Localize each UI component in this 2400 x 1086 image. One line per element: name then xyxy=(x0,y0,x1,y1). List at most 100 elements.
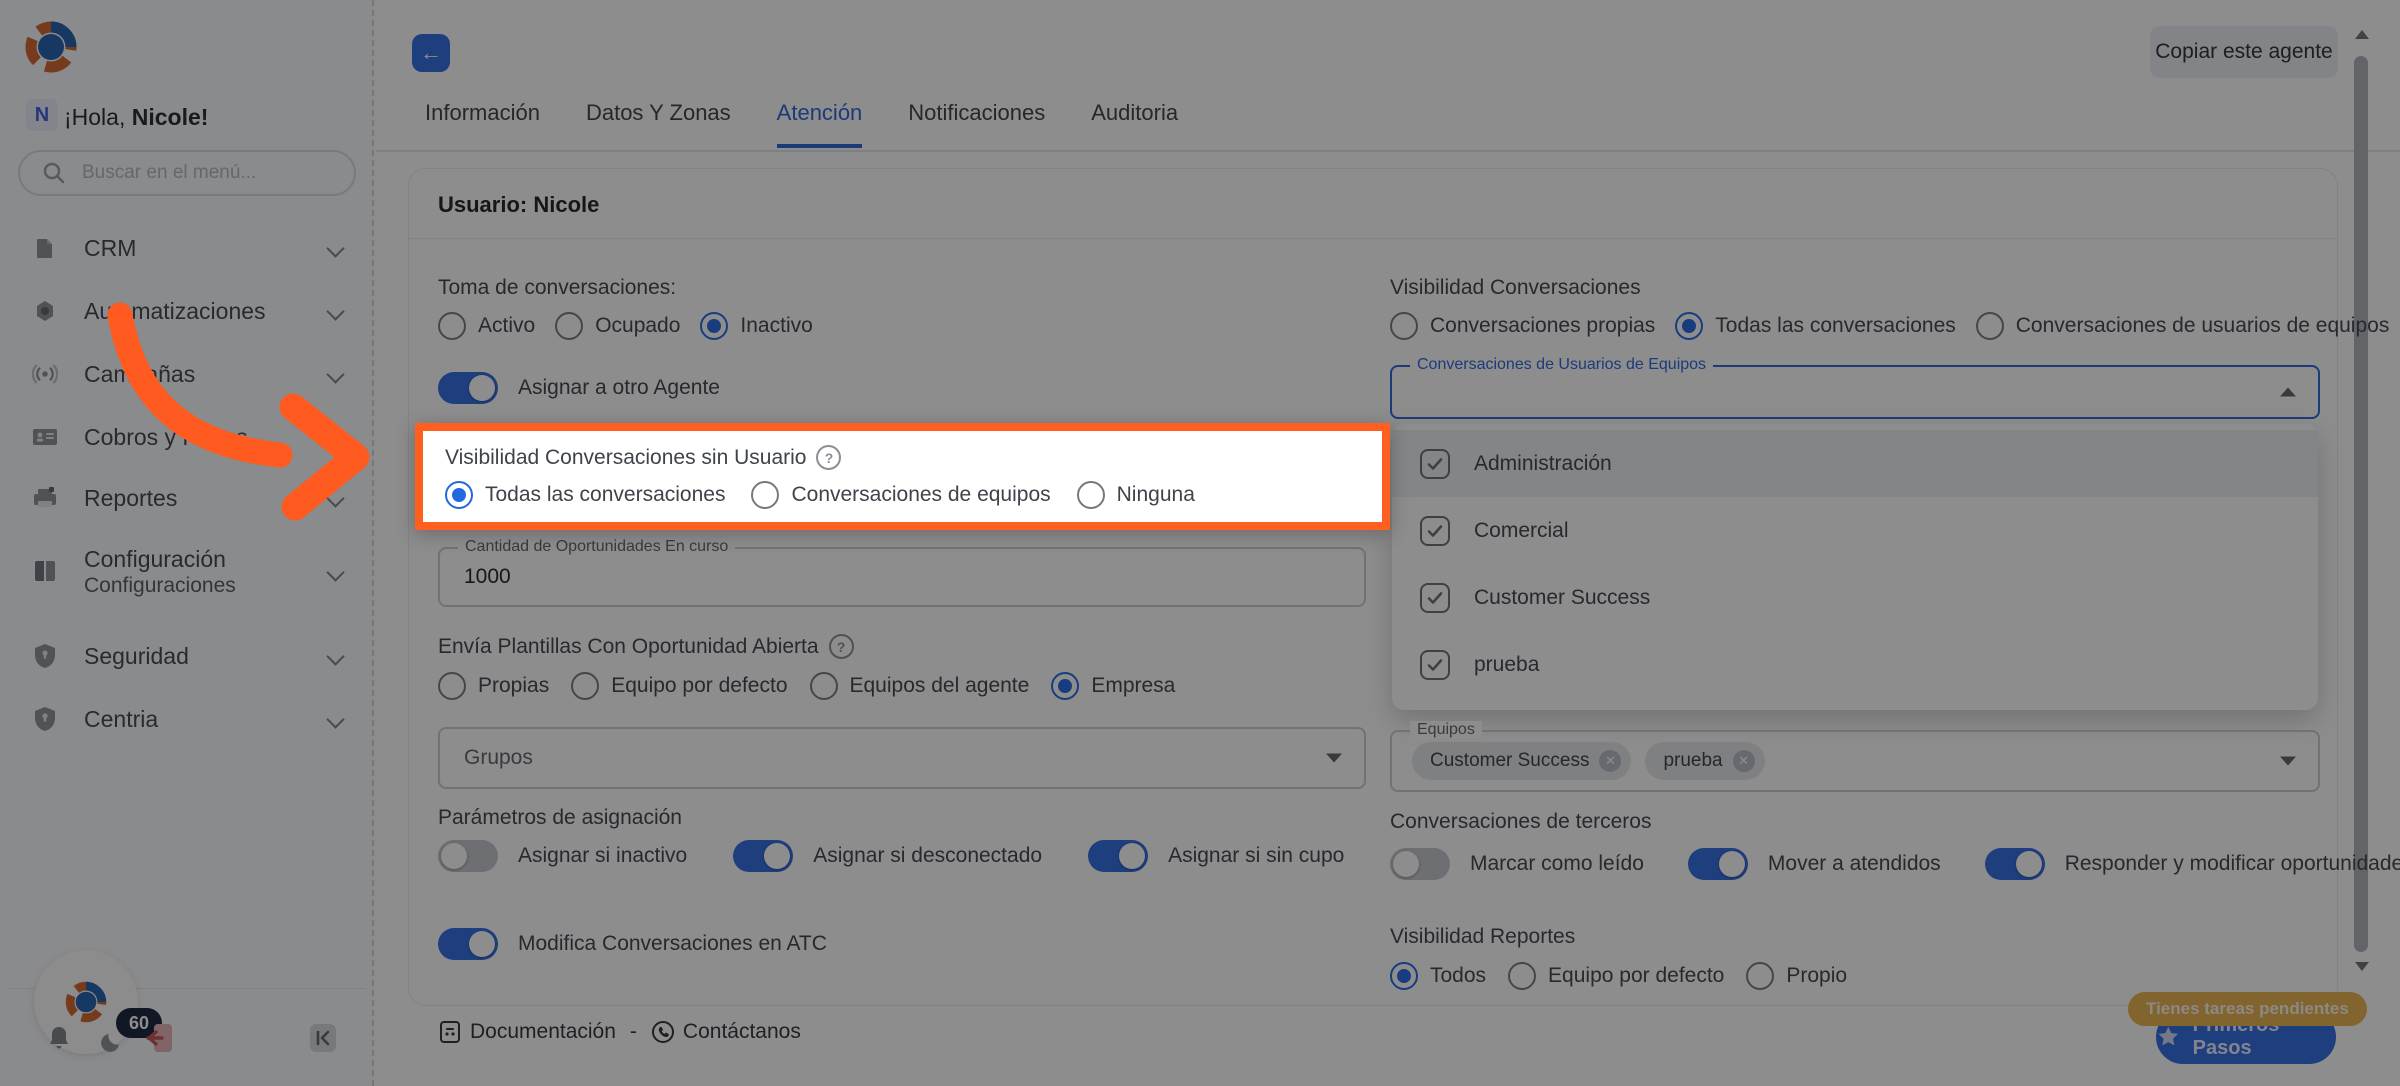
checkbox-checked-icon[interactable] xyxy=(1420,583,1450,613)
parametros-asignacion-label: Parámetros de asignación xyxy=(438,806,682,830)
search-input[interactable] xyxy=(80,161,324,185)
tab-auditoria[interactable]: Auditoria xyxy=(1091,100,1178,148)
back-arrow-icon: ← xyxy=(420,40,442,66)
radio-activo[interactable]: Activo xyxy=(438,312,535,340)
tab-bar: Información Datos Y Zonas Atención Notif… xyxy=(425,100,1178,148)
responder-modificar-toggle[interactable] xyxy=(1985,848,2045,880)
chip-prueba[interactable]: prueba ✕ xyxy=(1645,742,1764,780)
documentation-link[interactable]: Documentación xyxy=(438,1020,616,1044)
radio-ninguna[interactable]: Ninguna xyxy=(1077,481,1195,509)
radio-propias[interactable]: Propias xyxy=(438,672,549,700)
sidebar-search[interactable] xyxy=(18,150,356,196)
help-icon[interactable]: ? xyxy=(816,445,841,470)
bell-icon[interactable] xyxy=(44,1022,74,1054)
sidebar-item-crm[interactable]: CRM xyxy=(18,224,356,272)
sidebar-subitem-configuraciones[interactable]: Configuraciones xyxy=(84,573,236,598)
scrollbar-down-arrow[interactable] xyxy=(2355,962,2369,971)
asignar-otro-agente-toggle[interactable] xyxy=(438,372,498,404)
help-icon[interactable]: ? xyxy=(829,634,854,659)
equipos-dropdown-panel: Administración Comercial Customer Succes… xyxy=(1392,424,2318,710)
dropdown-item-customer-success[interactable]: Customer Success xyxy=(1392,564,2318,631)
radio-inactivo[interactable]: Inactivo xyxy=(700,312,812,340)
chevron-down-icon xyxy=(326,302,344,320)
radio-propio[interactable]: Propio xyxy=(1746,962,1847,990)
tab-informacion[interactable]: Información xyxy=(425,100,540,148)
tab-datos-y-zonas[interactable]: Datos Y Zonas xyxy=(586,100,731,148)
dropdown-item-prueba[interactable]: prueba xyxy=(1392,631,2318,698)
radio-reportes-equipo-por-defecto[interactable]: Equipo por defecto xyxy=(1508,962,1724,990)
radio-equipos-del-agente[interactable]: Equipos del agente xyxy=(810,672,1030,700)
radio-icon xyxy=(751,481,779,509)
asignar-si-sin-cupo-toggle[interactable] xyxy=(1088,840,1148,872)
card-title: Usuario: Nicole xyxy=(438,192,599,218)
chip-remove-icon[interactable]: ✕ xyxy=(1733,750,1755,772)
radio-todas-las-conversaciones[interactable]: Todas las conversaciones xyxy=(1675,312,1955,340)
marcar-como-leido-toggle[interactable] xyxy=(1390,848,1450,880)
mover-a-atendidos-toggle[interactable] xyxy=(1688,848,1748,880)
sidebar-item-configuracion[interactable]: Configuración Configuraciones xyxy=(18,540,356,604)
toma-conversaciones-radiogroup: Activo Ocupado Inactivo xyxy=(438,312,813,340)
checkbox-checked-icon[interactable] xyxy=(1420,449,1450,479)
radio-empresa[interactable]: Empresa xyxy=(1051,672,1175,700)
tab-atencion[interactable]: Atención xyxy=(777,100,863,148)
scrollbar-thumb[interactable] xyxy=(2354,56,2368,952)
dark-mode-moon-icon[interactable] xyxy=(96,1026,126,1058)
cantidad-oportunidades-field[interactable]: Cantidad de Oportunidades En curso 1000 xyxy=(438,547,1366,607)
envia-plantillas-radiogroup: Propias Equipo por defecto Equipos del a… xyxy=(438,672,1175,700)
chip-remove-icon[interactable]: ✕ xyxy=(1599,750,1621,772)
radio-equipo-por-defecto[interactable]: Equipo por defecto xyxy=(571,672,787,700)
asignar-si-desconectado-toggle[interactable] xyxy=(733,840,793,872)
sidebar-item-automatizaciones[interactable]: Automatizaciones xyxy=(18,287,356,335)
shield-lock-icon xyxy=(32,643,58,669)
copy-agent-button[interactable]: Copiar este agente xyxy=(2150,26,2338,78)
chevron-down-icon xyxy=(326,239,344,257)
radio-selected-icon xyxy=(700,312,728,340)
radio-todas-las-conversaciones-sin-usuario[interactable]: Todas las conversaciones xyxy=(445,481,725,509)
sidebar-item-label: Reportes xyxy=(84,485,177,512)
sidebar-item-reportes[interactable]: Reportes xyxy=(18,474,356,522)
radio-icon xyxy=(571,672,599,700)
scrollbar-up-arrow[interactable] xyxy=(2355,30,2369,39)
radio-icon xyxy=(438,312,466,340)
greeting-name: Nicole! xyxy=(132,104,209,130)
checkbox-checked-icon[interactable] xyxy=(1420,650,1450,680)
sidebar-item-cobros-y-pagos[interactable]: Cobros y Pagos xyxy=(18,413,356,461)
footer-separator: - xyxy=(630,1020,637,1044)
radio-conversaciones-propias[interactable]: Conversaciones propias xyxy=(1390,312,1655,340)
chevron-down-icon xyxy=(326,563,344,581)
chevron-down-icon xyxy=(1326,754,1342,763)
radio-todos[interactable]: Todos xyxy=(1390,962,1486,990)
dropdown-item-comercial[interactable]: Comercial xyxy=(1392,497,2318,564)
sidebar-item-label: Seguridad xyxy=(84,643,189,670)
collapse-sidebar-icon[interactable] xyxy=(308,1022,338,1054)
radio-ocupado[interactable]: Ocupado xyxy=(555,312,680,340)
contact-link[interactable]: Contáctanos xyxy=(651,1020,801,1044)
asignar-otro-agente-row: Asignar a otro Agente xyxy=(438,372,720,404)
printer-icon xyxy=(32,485,58,511)
conversaciones-usuarios-equipos-select[interactable]: Conversaciones de Usuarios de Equipos xyxy=(1390,365,2320,419)
radio-icon xyxy=(555,312,583,340)
conversaciones-usuarios-equipos-select-label: Conversaciones de Usuarios de Equipos xyxy=(1410,356,1713,374)
radio-conversaciones-de-equipos[interactable]: Conversaciones de equipos xyxy=(751,481,1050,509)
sidebar-item-seguridad[interactable]: Seguridad xyxy=(18,632,356,680)
visibilidad-reportes-radiogroup: Todos Equipo por defecto Propio xyxy=(1390,962,1847,990)
parametros-toggles-row: Asignar si inactivo Asignar si desconect… xyxy=(438,840,1344,872)
asignar-si-inactivo-toggle[interactable] xyxy=(438,840,498,872)
dropdown-item-administracion[interactable]: Administración xyxy=(1392,430,2318,497)
conversaciones-terceros-label: Conversaciones de terceros xyxy=(1390,810,1651,834)
tab-notificaciones[interactable]: Notificaciones xyxy=(908,100,1045,148)
grupos-select[interactable]: Grupos xyxy=(438,727,1366,789)
asignar-si-desconectado-row: Asignar si desconectado xyxy=(733,840,1042,872)
back-button[interactable]: ← xyxy=(412,34,450,72)
radio-conversaciones-usuarios-equipos[interactable]: Conversaciones de usuarios de equipos xyxy=(1976,312,2390,340)
equipos-field[interactable]: Equipos Customer Success ✕ prueba ✕ xyxy=(1390,730,2320,792)
marcar-como-leido-row: Marcar como leído xyxy=(1390,848,1644,880)
chevron-down-icon xyxy=(2280,757,2296,766)
modifica-atc-toggle[interactable] xyxy=(438,928,498,960)
sidebar-item-centria[interactable]: Centria xyxy=(18,695,356,743)
sidebar-item-campanas[interactable]: Campañas xyxy=(18,350,356,398)
checkbox-checked-icon[interactable] xyxy=(1420,516,1450,546)
logout-icon[interactable] xyxy=(146,1022,176,1054)
brand-logo-icon xyxy=(63,979,109,1025)
chip-customer-success[interactable]: Customer Success ✕ xyxy=(1412,742,1631,780)
